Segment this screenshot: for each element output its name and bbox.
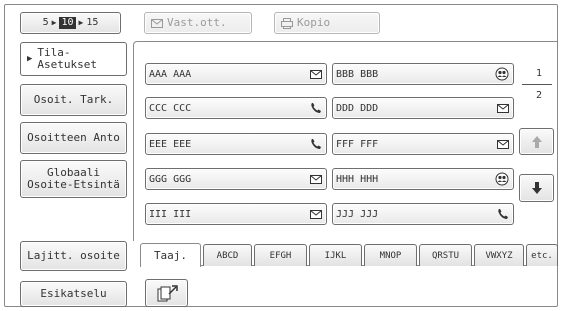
fax-inbox-label: Vast.ott.	[167, 16, 227, 29]
page-size-15: 15	[86, 17, 99, 28]
address-import-button[interactable]	[145, 279, 188, 307]
page-size-5: 5	[42, 17, 49, 28]
page-current: 1	[536, 68, 543, 79]
group-icon	[495, 67, 509, 81]
address-entry[interactable]: EEE EEE	[145, 133, 327, 155]
address-name: BBB BBB	[336, 68, 379, 80]
phone-icon	[497, 208, 509, 220]
group-icon	[495, 172, 509, 186]
mail-icon	[310, 174, 322, 184]
address-book-arrow-icon	[155, 283, 179, 303]
mail-icon	[497, 103, 509, 113]
settings-button[interactable]: ▶ Tila- Asetukset	[20, 42, 127, 76]
address-entry[interactable]: GGG GGG	[145, 168, 327, 190]
scroll-down-button[interactable]	[519, 174, 554, 202]
tab-label: MNOP	[379, 250, 402, 261]
preview-label: Esikatselu	[40, 287, 107, 300]
address-name: GGG GGG	[149, 173, 192, 185]
scroll-up-button[interactable]	[519, 128, 554, 155]
address-check-label: Osoit. Tark.	[33, 93, 114, 106]
triangle-right-icon: ▶	[78, 18, 84, 27]
settings-label: Tila- Asetukset	[37, 46, 98, 71]
sort-address-label: Lajitt. osoite	[27, 249, 120, 262]
tab-vwxyz[interactable]: VWXYZ	[474, 244, 524, 266]
address-name: HHH HHH	[336, 173, 379, 185]
copy-label: Kopio	[297, 16, 331, 29]
global-search-label: Globaali Osoite-Etsintä	[27, 166, 120, 191]
triangle-right-icon: ▶	[27, 54, 33, 64]
phone-icon	[310, 138, 322, 150]
tab-label: Taaj.	[153, 249, 188, 262]
address-name: CCC CCC	[149, 102, 192, 114]
page-divider	[522, 84, 552, 85]
triangle-right-icon: ▶	[51, 18, 57, 27]
page-size-button[interactable]: 5 ▶ 10 ▶ 15	[20, 12, 121, 34]
address-entry[interactable]: FFF FFF	[332, 133, 514, 155]
address-entry[interactable]: BBB BBB	[332, 63, 514, 85]
address-entry-label: Osoitteen Anto	[27, 131, 120, 144]
address-name: III III	[149, 208, 192, 220]
address-entry[interactable]: JJJ JJJ	[332, 203, 514, 225]
tab-etc[interactable]: etc.	[526, 244, 558, 266]
tab-abcd[interactable]: ABCD	[203, 244, 252, 266]
address-entry[interactable]: AAA AAA	[145, 63, 327, 85]
copy-button[interactable]: Kopio	[274, 12, 380, 34]
tab-label: EFGH	[269, 250, 292, 261]
address-entry[interactable]: HHH HHH	[332, 168, 514, 190]
mail-icon	[310, 209, 322, 219]
address-entry[interactable]: CCC CCC	[145, 97, 327, 119]
address-entry-button[interactable]: Osoitteen Anto	[20, 122, 127, 154]
address-check-button[interactable]: Osoit. Tark.	[20, 84, 127, 116]
tab-label: IJKL	[324, 250, 347, 261]
mail-icon	[497, 139, 509, 149]
arrow-up-icon	[531, 135, 543, 149]
address-name: FFF FFF	[336, 138, 379, 150]
address-name: AAA AAA	[149, 68, 192, 80]
tab-label: etc.	[531, 250, 553, 261]
address-entry[interactable]: III III	[145, 203, 327, 225]
sort-address-button[interactable]: Lajitt. osoite	[20, 241, 127, 271]
tab-label: QRSTU	[431, 250, 460, 261]
page-size-10: 10	[59, 17, 76, 29]
address-name: DDD DDD	[336, 102, 379, 114]
tab-qrstu[interactable]: QRSTU	[419, 244, 472, 266]
tab-efgh[interactable]: EFGH	[254, 244, 307, 266]
address-entry[interactable]: DDD DDD	[332, 97, 514, 119]
preview-button[interactable]: Esikatselu	[20, 281, 127, 307]
tab-label: ABCD	[216, 250, 239, 261]
global-search-button[interactable]: Globaali Osoite-Etsintä	[20, 160, 127, 198]
tab-frequent[interactable]: Taaj.	[140, 243, 201, 267]
page-total: 2	[536, 90, 543, 101]
tab-mnop[interactable]: MNOP	[364, 244, 417, 266]
fax-inbox-button[interactable]: Vast.ott.	[144, 12, 252, 34]
tab-label: VWXYZ	[485, 250, 513, 261]
phone-icon	[310, 102, 322, 114]
mail-icon	[151, 18, 163, 28]
address-name: EEE EEE	[149, 138, 192, 150]
mail-icon	[310, 69, 322, 79]
arrow-down-icon	[531, 181, 543, 195]
tab-ijkl[interactable]: IJKL	[309, 244, 362, 266]
copy-icon	[281, 17, 293, 29]
address-name: JJJ JJJ	[336, 208, 379, 220]
